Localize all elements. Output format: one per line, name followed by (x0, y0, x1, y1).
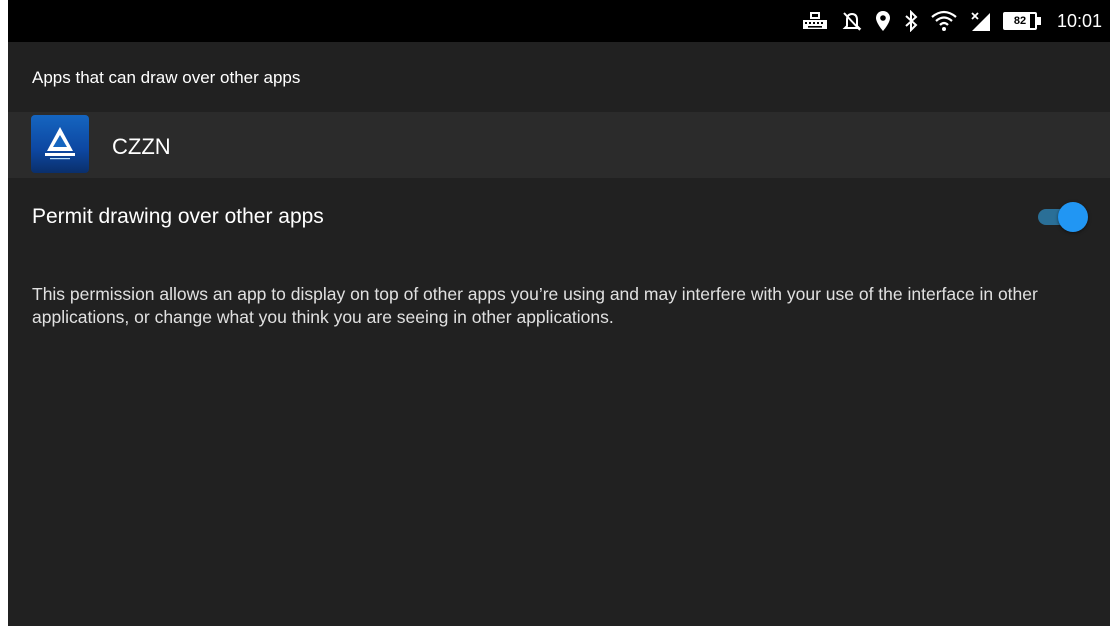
toggle-thumb (1058, 202, 1088, 232)
keyboard-icon (801, 11, 829, 31)
location-icon (875, 10, 891, 32)
status-icons: 82 10:01 (801, 0, 1102, 42)
page-title: Apps that can draw over other apps (32, 68, 301, 87)
app-name: CZZN (112, 134, 171, 159)
bluetooth-icon (903, 10, 919, 32)
wifi-icon (931, 10, 957, 32)
notifications-off-icon (841, 10, 863, 32)
permit-drawing-row[interactable]: Permit drawing over other apps (8, 178, 1110, 256)
battery-percent: 82 (1013, 15, 1027, 27)
permission-description: This permission allows an app to display… (32, 284, 1038, 327)
status-bar: 82 10:01 (8, 0, 1110, 42)
cellular-no-signal-icon (969, 10, 991, 32)
battery-icon: 82 (1002, 12, 1043, 30)
app-bar: Apps that can draw over other apps (8, 42, 1110, 112)
screen: 82 10:01 Apps that can draw over other a… (8, 0, 1110, 626)
app-info-row: CZZN (8, 112, 1110, 178)
permit-drawing-label: Permit drawing over other apps (32, 205, 324, 228)
permit-drawing-toggle[interactable] (1038, 202, 1088, 232)
status-clock: 10:01 (1056, 10, 1102, 31)
app-icon (31, 115, 89, 173)
battery-nub (1036, 17, 1041, 25)
